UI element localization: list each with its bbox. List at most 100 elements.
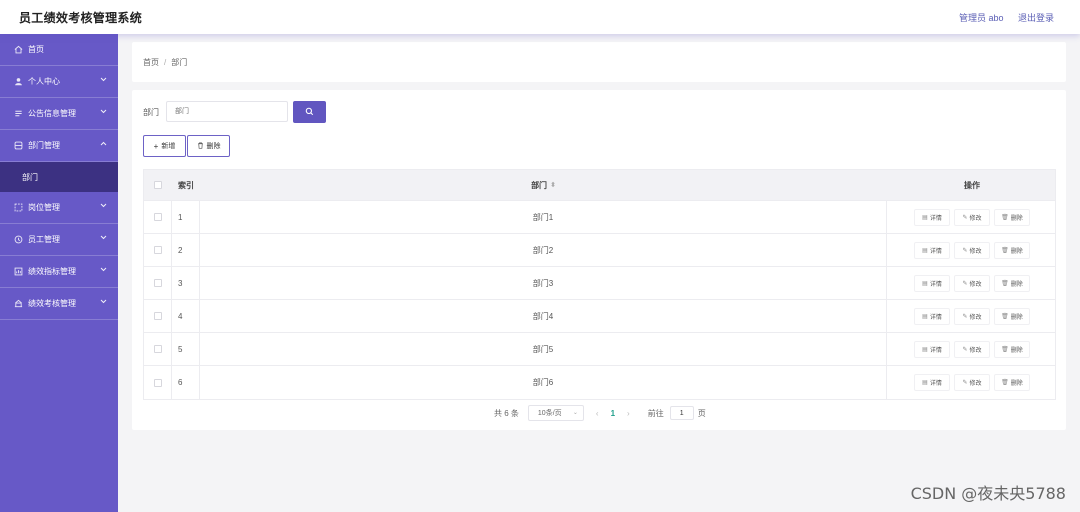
row-checkbox[interactable]	[153, 312, 162, 320]
delete-button[interactable]: 🗑 删除	[994, 208, 1030, 226]
page-size-select[interactable]: 10条/页 ⌄	[527, 405, 584, 421]
chevron-down-icon: ⌄	[572, 410, 578, 416]
plus-icon: +	[153, 141, 159, 151]
chevron-down-icon	[100, 203, 107, 210]
goto-page-input[interactable]	[669, 406, 694, 420]
edit-icon: ✎	[962, 280, 968, 287]
sidebar-item-position[interactable]: 岗位管理	[0, 192, 118, 224]
delete-button[interactable]: 🗑 删除	[994, 307, 1030, 325]
check-cell	[144, 300, 172, 332]
detail-button[interactable]: ▤ 详情	[914, 274, 950, 292]
row-checkbox[interactable]	[153, 246, 162, 254]
index-cell: 5	[172, 333, 200, 365]
index-cell: 3	[172, 267, 200, 299]
index-cell: 4	[172, 300, 200, 332]
chevron-down-icon	[100, 299, 107, 306]
indicator-icon	[13, 267, 23, 277]
select-all-checkbox[interactable]	[154, 181, 162, 189]
sidebar-item-personal[interactable]: 个人中心	[0, 66, 118, 98]
dept-search-input[interactable]	[166, 101, 288, 122]
delete-button[interactable]: 🗑 删除	[994, 340, 1030, 358]
sidebar-item-home[interactable]: 首页	[0, 34, 118, 66]
table-row: 4 部门4 ▤ 详情 ✎ 修改 🗑 删除	[144, 300, 1055, 333]
edit-button[interactable]: ✎ 修改	[954, 340, 990, 358]
edit-label: 修改	[969, 381, 982, 387]
delete-label: 删除	[1010, 281, 1023, 288]
dept-cell: 部门6	[200, 366, 887, 399]
check-cell	[144, 201, 172, 233]
breadcrumb: 首页 / 部门	[143, 57, 187, 68]
page-number[interactable]: 1	[611, 409, 615, 418]
detail-button[interactable]: ▤ 详情	[914, 374, 950, 391]
delete-button[interactable]: 🗑 删除	[994, 374, 1030, 391]
edit-button[interactable]: ✎ 修改	[954, 274, 990, 292]
check-cell	[144, 333, 172, 365]
delete-button[interactable]: 🗑 删除	[994, 274, 1030, 292]
detail-label: 详情	[929, 347, 942, 354]
row-checkbox[interactable]	[153, 213, 162, 221]
edit-label: 修改	[969, 281, 982, 288]
pagination: 共 6 条 10条/页 ⌄ ‹ 1 › 前往 页	[494, 405, 706, 421]
edit-button[interactable]: ✎ 修改	[954, 307, 990, 325]
detail-button[interactable]: ▤ 详情	[914, 307, 950, 325]
edit-label: 修改	[969, 314, 982, 321]
sort-icon[interactable]: ⬍	[550, 181, 556, 189]
check-cell	[144, 234, 172, 266]
delete-label: 删除	[1010, 347, 1023, 354]
table-row: 2 部门2 ▤ 详情 ✎ 修改 🗑 删除	[144, 234, 1055, 267]
notice-icon	[13, 109, 23, 119]
ops-cell: ▤ 详情 ✎ 修改 🗑 删除	[887, 333, 1057, 365]
sidebar-item-notice[interactable]: 公告信息管理	[0, 98, 118, 130]
detail-button[interactable]: ▤ 详情	[914, 340, 950, 358]
trash-icon	[197, 141, 204, 151]
next-page-button[interactable]: ›	[627, 409, 630, 418]
table-row: 3 部门3 ▤ 详情 ✎ 修改 🗑 删除	[144, 267, 1055, 300]
search-button[interactable]	[293, 101, 326, 123]
dept-cell: 部门2	[200, 234, 887, 266]
delete-button[interactable]: 🗑 删除	[994, 241, 1030, 259]
prev-page-button[interactable]: ‹	[596, 409, 599, 418]
sidebar-item-employee[interactable]: 员工管理	[0, 224, 118, 256]
batch-delete-button[interactable]: 删除	[187, 135, 230, 157]
row-checkbox[interactable]	[153, 279, 162, 287]
edit-button[interactable]: ✎ 修改	[954, 241, 990, 259]
sidebar-item-label: 首页	[28, 45, 44, 54]
main-content-card: 部门 + 新增 删除 索引 部门⬍ 操作 1 部门1 ▤详情	[132, 90, 1066, 430]
ops-cell: ▤ 详情 ✎ 修改 🗑 删除	[887, 300, 1057, 332]
logout-link[interactable]: 退出登录	[1018, 13, 1054, 23]
chevron-down-icon	[100, 235, 107, 242]
add-button[interactable]: + 新增	[143, 135, 186, 157]
detail-label: 详情	[929, 314, 942, 321]
dept-cell: 部门4	[200, 300, 887, 332]
header-user-area: 管理员 abo 退出登录	[947, 11, 1054, 24]
current-user[interactable]: 管理员 abo	[959, 13, 1004, 23]
trash-icon: 🗑	[1001, 247, 1009, 254]
sidebar-subitem-dept[interactable]: 部门	[0, 162, 118, 192]
table-row: 1 部门1 ▤ 详情 ✎ 修改 🗑 删除	[144, 201, 1055, 234]
header-dept[interactable]: 部门 ⬍	[200, 170, 887, 200]
detail-button[interactable]: ▤ 详情	[914, 208, 950, 226]
position-icon	[13, 203, 23, 213]
edit-label: 修改	[969, 248, 982, 255]
sidebar-item-assessment[interactable]: 绩效考核管理	[0, 288, 118, 320]
edit-button[interactable]: ✎ 修改	[954, 208, 990, 226]
ops-cell: ▤ 详情 ✎ 修改 🗑 删除	[887, 201, 1057, 233]
trash-icon: 🗑	[1001, 313, 1009, 320]
edit-button[interactable]: ✎ 修改	[954, 374, 990, 391]
sidebar-item-indicator[interactable]: 绩效指标管理	[0, 256, 118, 288]
detail-label: 详情	[929, 281, 942, 288]
sidebar-item-label: 岗位管理	[28, 203, 60, 212]
row-checkbox[interactable]	[153, 378, 162, 387]
detail-button[interactable]: ▤ 详情	[914, 241, 950, 259]
sidebar-item-dept[interactable]: 部门管理	[0, 130, 118, 162]
breadcrumb-home[interactable]: 首页	[143, 58, 159, 67]
edit-label: 修改	[969, 347, 982, 354]
delete-label: 删除	[1010, 248, 1023, 255]
delete-button-label: 删除	[206, 143, 221, 150]
dept-cell: 部门3	[200, 267, 887, 299]
trash-icon: 🗑	[1001, 346, 1009, 353]
breadcrumb-card: 首页 / 部门	[132, 42, 1066, 82]
row-checkbox[interactable]	[153, 345, 162, 353]
app-title: 员工绩效考核管理系统	[19, 11, 143, 25]
edit-icon: ✎	[962, 313, 968, 320]
